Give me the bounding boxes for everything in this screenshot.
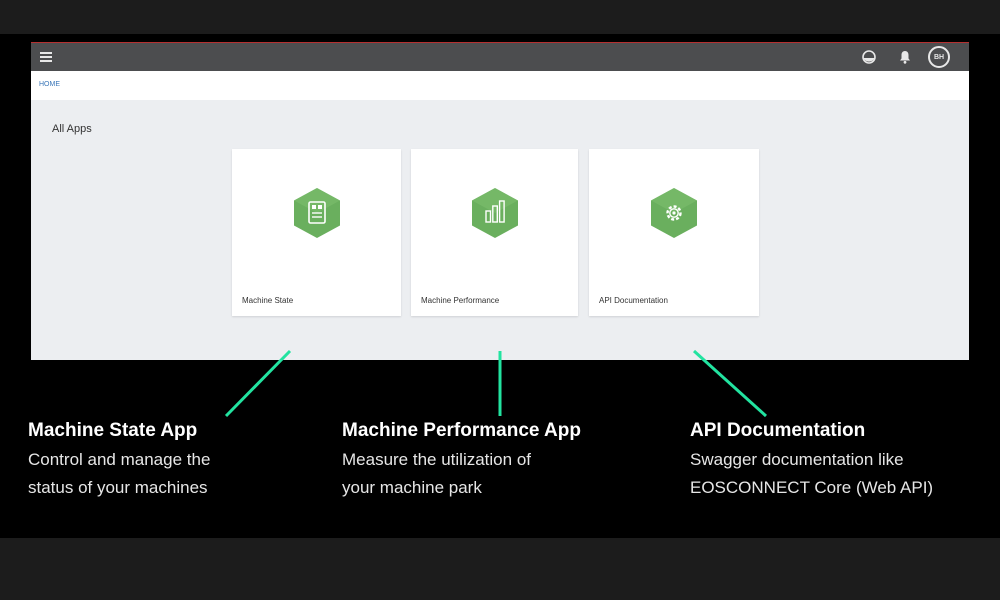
hamburger-menu-icon[interactable] (40, 52, 52, 62)
app-card-api-documentation[interactable]: API Documentation (589, 149, 759, 316)
callout-desc-line: Measure the utilization of (342, 450, 531, 469)
app-window: BH HOME All Apps Machine State Machine P… (31, 42, 969, 360)
breadcrumb-home[interactable]: HOME (39, 81, 60, 88)
callout-title: Machine State App (28, 420, 198, 441)
card-label: Machine State (242, 296, 294, 305)
callout-machine-performance: Machine Performance App Measure the util… (342, 420, 581, 502)
app-card-machine-state[interactable]: Machine State (232, 149, 401, 316)
callout-title: Machine Performance App (342, 420, 581, 441)
callout-machine-state: Machine State App Control and manage the… (28, 420, 210, 502)
card-label: API Documentation (599, 296, 668, 305)
callout-api-documentation: API Documentation Swagger documentation … (690, 420, 933, 502)
callout-desc-line: EOSCONNECT Core (Web API) (690, 478, 934, 497)
callout-desc-line: Swagger documentation like (690, 450, 904, 469)
bar-chart-icon (471, 188, 518, 238)
callout-desc-line: Control and manage the (28, 450, 211, 469)
callout-description: Measure the utilization of your machine … (342, 446, 581, 502)
user-avatar[interactable]: BH (928, 46, 950, 68)
app-card-machine-performance[interactable]: Machine Performance (411, 149, 578, 316)
gear-icon (651, 188, 697, 238)
callout-description: Swagger documentation like EOSCONNECT Co… (690, 446, 933, 502)
callout-desc-line: your machine park (342, 478, 482, 497)
top-bar: BH (31, 43, 969, 71)
callout-title: API Documentation (690, 420, 866, 441)
breadcrumb-bar: HOME (31, 71, 969, 100)
callout-description: Control and manage the status of your ma… (28, 446, 210, 502)
callout-desc-line: status of your machines (28, 478, 208, 497)
card-label: Machine Performance (421, 296, 500, 305)
section-title: All Apps (52, 123, 92, 135)
bell-icon[interactable] (897, 49, 913, 65)
machine-state-icon (293, 188, 340, 238)
status-icon[interactable] (861, 49, 877, 65)
